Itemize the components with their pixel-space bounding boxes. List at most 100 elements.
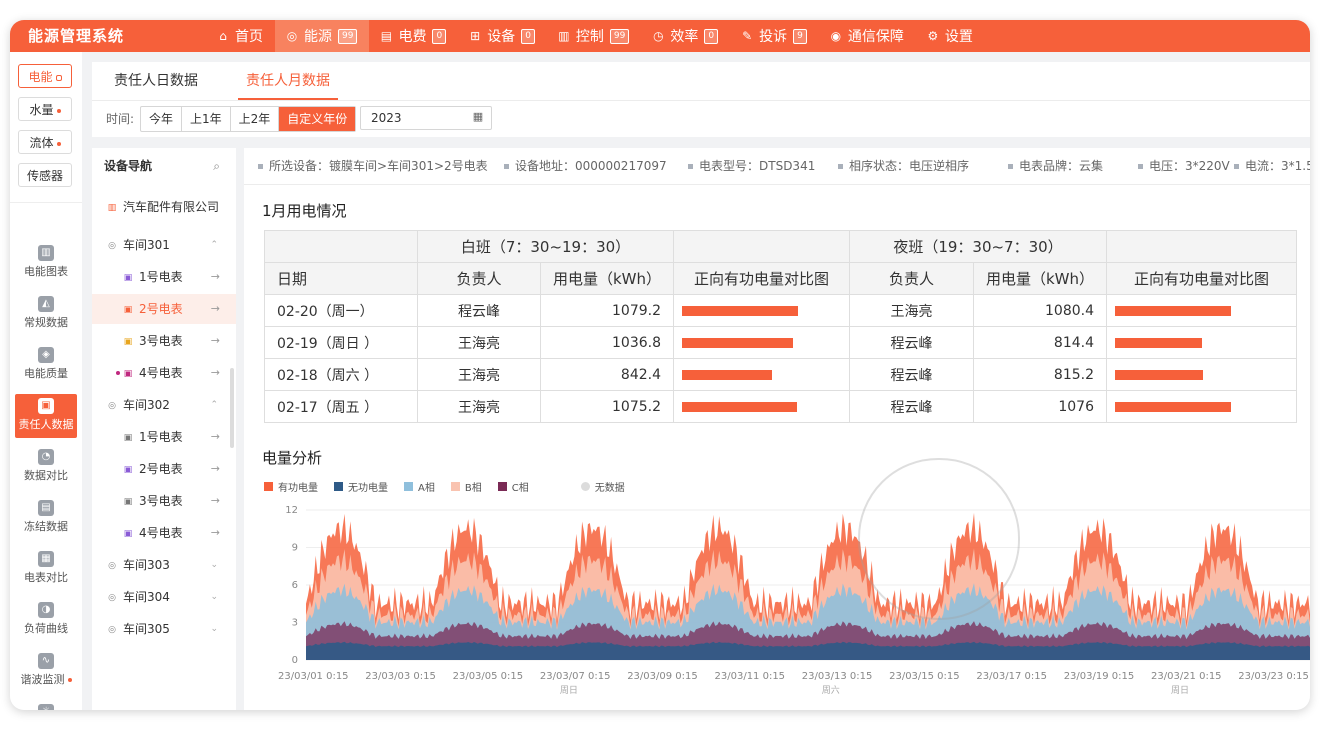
energy-chart: 0 3 6 9 12 23/03/01 0:15 23/03/03 0:15 23/03/05… bbox=[278, 505, 1310, 696]
tree-meter[interactable]: ▣ 4号电表 → bbox=[92, 518, 236, 548]
calendar-icon[interactable]: ▦ bbox=[471, 110, 485, 124]
night-shift-header: 夜班（19：30~7：30） bbox=[849, 230, 1107, 263]
rail-item-2[interactable]: ◈ 电能质量 bbox=[15, 343, 77, 387]
legend-item[interactable]: C相 bbox=[497, 478, 529, 494]
year-value: 2023 bbox=[371, 111, 402, 125]
tree-meter[interactable]: ▣ 2号电表 → bbox=[92, 454, 236, 484]
comparison-bar bbox=[682, 369, 773, 380]
chevron-up-icon[interactable]: ⌃ bbox=[210, 390, 218, 420]
legend-item[interactable]: 无功电量 bbox=[334, 478, 388, 494]
x-sub-label: 周日 bbox=[1171, 685, 1189, 696]
bullet-icon bbox=[838, 164, 843, 169]
energy-type-button-2[interactable]: 流体 bbox=[18, 130, 72, 154]
comparison-bar-cell bbox=[1106, 326, 1297, 359]
tree-meter[interactable]: ▣ 1号电表 → bbox=[92, 422, 236, 452]
rail-item-7[interactable]: ◑ 负荷曲线 bbox=[15, 598, 77, 642]
chevron-down-icon[interactable]: ⌄ bbox=[210, 550, 218, 580]
bill-icon: ▤ bbox=[380, 29, 393, 43]
left-rail: 电能水量流体传感器 ▥ 电能图表 ◭ 常规数据 ◈ 电能质量 ▣ 责任人数据 ◔ 数据对比 ▤ 冻结数据… bbox=[10, 52, 82, 710]
nav-badge: 9 bbox=[793, 28, 807, 44]
column-header: 正向有功电量对比图 bbox=[1106, 262, 1297, 295]
table-header-blank bbox=[264, 230, 418, 263]
rail-divider bbox=[10, 202, 82, 203]
nav-item-4[interactable]: ▥ 控制 99 bbox=[547, 20, 641, 52]
device-tree-title: 设备导航 bbox=[104, 159, 153, 173]
device-tree: 设备导航 ⌕ ▥ 汽车配件有限公司 ◎ 车间301 ⌃ ▣ 1号电表 → ▣ 2号电表 → ▣ 3号电表… bbox=[92, 148, 236, 710]
energy-type-button-1[interactable]: 水量 bbox=[18, 97, 72, 121]
tree-meter[interactable]: ▣ 3号电表 → bbox=[92, 326, 236, 356]
tree-meter[interactable]: ▣ 4号电表 → bbox=[92, 358, 236, 388]
building-icon: ▥ bbox=[107, 202, 117, 213]
device-info-item: 电表品牌：云集 bbox=[1008, 148, 1103, 184]
rail-item-6[interactable]: ▦ 电表对比 bbox=[15, 547, 77, 591]
wave-icon: ∿ bbox=[38, 653, 54, 669]
year-picker[interactable]: 2023 ▦ bbox=[360, 106, 492, 130]
x-tick-label: 23/03/13 0:15 bbox=[802, 671, 873, 682]
status-dot bbox=[56, 141, 61, 146]
tree-workshop[interactable]: ◎ 车间302 ⌃ bbox=[92, 390, 236, 420]
meter-name: 2号电表 bbox=[139, 462, 183, 476]
table-cell: 02-18（周六 ） bbox=[264, 358, 418, 391]
chevron-down-icon[interactable]: ⌄ bbox=[210, 614, 218, 644]
energy-type-button-0[interactable]: 电能 bbox=[18, 64, 72, 88]
x-tick-label: 23/03/17 0:15 bbox=[976, 671, 1047, 682]
nav-item-1[interactable]: ◎ 能源 99 bbox=[275, 20, 370, 52]
tree-company[interactable]: ▥ 汽车配件有限公司 bbox=[92, 192, 236, 222]
y-tick-label: 9 bbox=[292, 543, 298, 554]
chevron-up-icon[interactable]: ⌃ bbox=[210, 230, 218, 260]
time-option-1[interactable]: 上1年 bbox=[182, 107, 231, 131]
table-cell: 842.4 bbox=[540, 358, 674, 391]
rail-item-8[interactable]: ∿ 谐波监测 bbox=[15, 649, 77, 693]
tree-meter[interactable]: ▣ 2号电表 → bbox=[92, 294, 236, 324]
tree-workshop[interactable]: ◎ 车间301 ⌃ bbox=[92, 230, 236, 260]
legend-item[interactable]: 无数据 bbox=[580, 478, 625, 494]
x-sub-label: 周六 bbox=[822, 684, 840, 696]
rail-item-4[interactable]: ◔ 数据对比 bbox=[15, 445, 77, 489]
rail-item-9[interactable]: ☼光伏/发电 bbox=[15, 700, 77, 710]
energy-type-label: 传感器 bbox=[26, 169, 63, 183]
table-cell: 02-19（周日 ） bbox=[264, 326, 418, 359]
device-info-text: 电表型号：DTSD341 bbox=[699, 159, 816, 173]
tab-1[interactable]: 责任人月数据 bbox=[238, 62, 338, 100]
rail-item-5[interactable]: ▤ 冻结数据 bbox=[15, 496, 77, 540]
chart-legend: 有功电量 无功电量 A相 B相 C相 无数据 bbox=[264, 478, 641, 494]
rail-item-label: 负荷曲线 bbox=[24, 622, 68, 635]
nav-item-0[interactable]: ⌂ 首页 bbox=[206, 20, 275, 52]
time-option-3[interactable]: 自定义年份 bbox=[279, 107, 356, 131]
energy-type-button-3[interactable]: 传感器 bbox=[18, 163, 72, 187]
nav-item-8[interactable]: ⚙ 设置 bbox=[916, 20, 985, 52]
tab-0[interactable]: 责任人日数据 bbox=[114, 62, 198, 100]
usage-section-title: 1月用电情况 bbox=[262, 202, 347, 220]
legend-item[interactable]: A相 bbox=[404, 478, 435, 494]
device-info-item: 相序状态：电压逆相序 bbox=[838, 148, 969, 184]
nav-item-6[interactable]: ✎ 投诉 9 bbox=[730, 20, 819, 52]
tree-workshop[interactable]: ◎ 车间303 ⌄ bbox=[92, 550, 236, 580]
tree-meter[interactable]: ▣ 1号电表 → bbox=[92, 262, 236, 292]
device-info-text: 所选设备：镀膜车间>车间301>2号电表 bbox=[269, 159, 488, 173]
legend-item[interactable]: 有功电量 bbox=[264, 478, 318, 494]
rail-item-label: 电表对比 bbox=[24, 571, 68, 584]
tree-workshop[interactable]: ◎ 车间305 ⌄ bbox=[92, 614, 236, 644]
table-cell: 王海亮 bbox=[417, 358, 541, 391]
rail-item-3[interactable]: ▣ 责任人数据 bbox=[15, 394, 77, 438]
rail-item-0[interactable]: ▥ 电能图表 bbox=[15, 241, 77, 285]
device-info-text: 相序状态：电压逆相序 bbox=[849, 159, 970, 173]
tree-meter[interactable]: ▣ 3号电表 → bbox=[92, 486, 236, 516]
table-cell: 1075.2 bbox=[540, 390, 674, 423]
column-header: 负责人 bbox=[849, 262, 974, 295]
search-icon[interactable]: ⌕ bbox=[213, 159, 220, 174]
arrow-right-icon: → bbox=[210, 302, 220, 315]
nav-item-5[interactable]: ◷ 效率 0 bbox=[641, 20, 730, 52]
chevron-down-icon[interactable]: ⌄ bbox=[210, 582, 218, 612]
meter-name: 3号电表 bbox=[139, 334, 183, 348]
shield-icon: ◈ bbox=[38, 347, 54, 363]
tree-workshop[interactable]: ◎ 车间304 ⌄ bbox=[92, 582, 236, 612]
nav-item-2[interactable]: ▤ 电费 0 bbox=[369, 20, 458, 52]
rail-item-1[interactable]: ◭ 常规数据 bbox=[15, 292, 77, 336]
time-option-0[interactable]: 今年 bbox=[141, 107, 183, 131]
nav-item-3[interactable]: ⊞ 设备 0 bbox=[458, 20, 547, 52]
nav-item-7[interactable]: ◉ 通信保障 bbox=[819, 20, 916, 52]
time-option-2[interactable]: 上2年 bbox=[231, 107, 280, 131]
legend-item[interactable]: B相 bbox=[450, 478, 482, 494]
home-icon: ⌂ bbox=[219, 29, 227, 43]
